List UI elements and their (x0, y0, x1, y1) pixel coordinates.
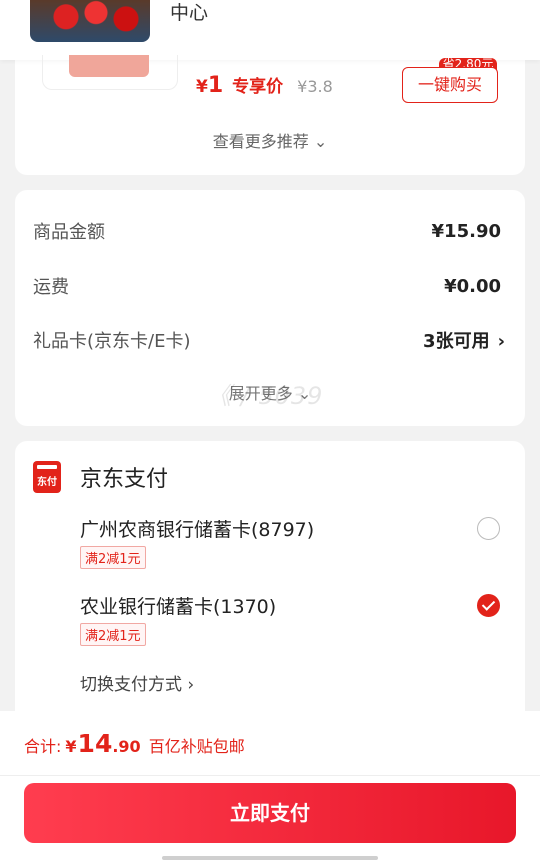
bank-radio-gzrcb[interactable] (477, 517, 500, 540)
gift-card-available[interactable]: 3张可用 › (423, 327, 505, 353)
checkout-bar: 合计: ¥ 14 .90 百亿补贴包邮 立即支付 (0, 711, 540, 861)
top-product-title: 中心 (170, 2, 209, 24)
bank-radio-abc-checked-icon[interactable] (477, 594, 500, 617)
payment-method-card: 东付 京东支付 广州农商银行储蓄卡(8797) 满2减1元 农业银行储蓄卡(13… (15, 441, 525, 731)
bank-name: 广州农商银行储蓄卡(8797) (80, 519, 315, 541)
original-price: ¥3.8 (297, 77, 333, 96)
order-amount-card: 商品金额 ¥15.90 运费 ¥0.00 礼品卡(京东卡/E卡) 3张可用 › 展… (15, 190, 525, 426)
goods-amount-label: 商品金额 (33, 222, 105, 243)
total-label: 合计: (24, 737, 62, 756)
amount-row-shipping: 运费 ¥0.00 (33, 273, 501, 299)
exclusive-price-tag: 专享价 (232, 77, 284, 97)
order-total: 合计: ¥ 14 .90 百亿补贴包邮 (24, 729, 245, 758)
exclusive-price: 1 (207, 73, 224, 98)
product-thumbnail[interactable] (42, 55, 178, 90)
promo-badge: 满2减1元 (80, 623, 146, 646)
switch-payment-method[interactable]: 切换支付方式 › (80, 670, 194, 695)
gift-card-label: 礼品卡(京东卡/E卡) (33, 331, 191, 352)
one-click-buy-button[interactable]: 一键购买 (402, 67, 498, 103)
gift-card-count: 3张可用 (423, 331, 490, 352)
bank-option-abc[interactable]: 农业银行储蓄卡(1370) 满2减1元 (80, 592, 276, 646)
jd-pay-title: 京东支付 (80, 467, 169, 492)
amount-row-giftcard[interactable]: 礼品卡(京东卡/E卡) 3张可用 › (33, 327, 505, 353)
shipping-value: ¥0.00 (444, 275, 501, 297)
cherry-tomato-thumbnail[interactable] (30, 0, 150, 42)
total-integer: 14 (77, 729, 113, 758)
jd-pay-logo-icon: 东付 (33, 461, 61, 493)
chevron-right-icon: › (497, 331, 505, 352)
goods-amount-value: ¥15.90 (431, 220, 501, 242)
bank-name: 农业银行储蓄卡(1370) (80, 596, 277, 618)
total-currency: ¥ (65, 737, 77, 756)
total-decimal: .90 (112, 737, 141, 756)
divider (0, 775, 540, 776)
shipping-label: 运费 (33, 277, 69, 298)
watermark: 《 / 5039 (207, 382, 324, 410)
price-currency: ¥ (196, 77, 208, 97)
bank-option-gzrcb[interactable]: 广州农商银行储蓄卡(8797) 满2减1元 (80, 515, 314, 569)
product-price-row: ¥ 1 专享价 ¥3.8 (196, 72, 333, 102)
pay-now-button[interactable]: 立即支付 (24, 783, 516, 843)
subsidy-note: 百亿补贴包邮 (148, 737, 245, 756)
promo-badge: 满2减1元 (80, 546, 146, 569)
amount-row-goods: 商品金额 ¥15.90 (33, 218, 501, 244)
view-more-recommendations[interactable]: 查看更多推荐 ⌄ (0, 128, 540, 152)
home-indicator[interactable] (162, 856, 378, 860)
